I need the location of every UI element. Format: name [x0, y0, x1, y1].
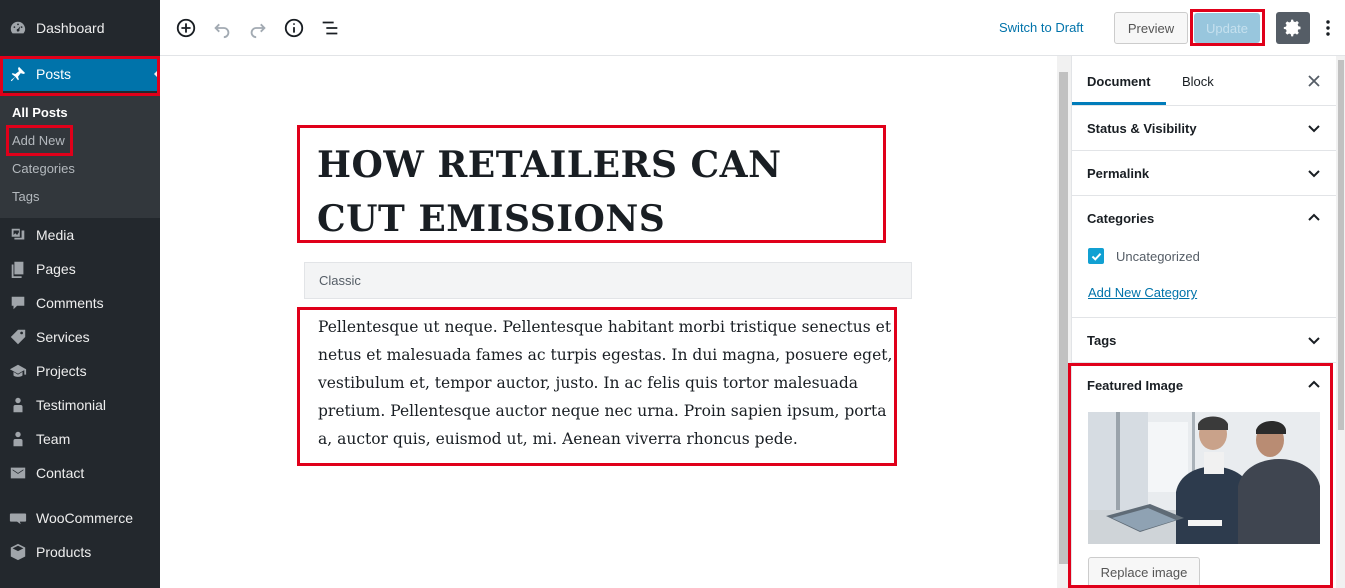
chevron-up-icon[interactable] — [1306, 377, 1322, 393]
dashboard-icon — [8, 18, 28, 38]
undo-icon[interactable] — [210, 16, 234, 40]
sidebar-item-dashboard[interactable]: Dashboard — [0, 11, 160, 45]
classic-block-label: Classic — [304, 262, 912, 299]
uncategorized-label[interactable]: Uncategorized — [1116, 249, 1200, 264]
update-button[interactable]: Update — [1194, 13, 1260, 43]
sidebar-item-testimonial[interactable]: Testimonial — [0, 388, 160, 422]
chevron-down-icon[interactable] — [1306, 332, 1322, 348]
sidebar-item-label: Dashboard — [36, 20, 105, 36]
panel-status-visibility[interactable]: Status & Visibility — [1087, 121, 1197, 136]
settings-button[interactable] — [1276, 12, 1310, 44]
envelope-icon — [8, 463, 28, 483]
tab-block[interactable]: Block — [1182, 74, 1214, 89]
sidebar-item-posts[interactable]: Posts — [0, 57, 160, 91]
gear-icon — [1283, 19, 1301, 37]
chevron-down-icon[interactable] — [1306, 165, 1322, 181]
sidebar-item-label: WooCommerce — [36, 510, 133, 526]
sidebar-item-label: Services — [36, 329, 90, 345]
block-navigation-icon[interactable] — [318, 16, 342, 40]
featured-image-preview[interactable] — [1088, 412, 1320, 544]
admin-sidebar: Dashboard Posts All Posts Add New Catego… — [0, 0, 160, 588]
divider — [1072, 317, 1336, 318]
redo-icon[interactable] — [246, 16, 270, 40]
chevron-up-icon[interactable] — [1306, 210, 1322, 226]
more-options-icon[interactable] — [1320, 16, 1336, 40]
switch-to-draft-link[interactable]: Switch to Draft — [999, 20, 1084, 35]
sidebar-item-comments[interactable]: Comments — [0, 286, 160, 320]
box-icon — [8, 542, 28, 562]
sidebar-item-label: Comments — [36, 295, 104, 311]
editor-toolbar: Switch to Draft Preview Update — [160, 0, 1345, 56]
sidebar-item-label: Pages — [36, 261, 76, 277]
sidebar-item-team[interactable]: Team — [0, 422, 160, 456]
panel-permalink[interactable]: Permalink — [1087, 166, 1149, 181]
panel-categories[interactable]: Categories — [1087, 211, 1154, 226]
submenu-categories[interactable]: Categories — [12, 161, 75, 176]
divider — [1072, 362, 1336, 363]
divider — [1072, 105, 1336, 106]
sidebar-item-contact[interactable]: Contact — [0, 456, 160, 490]
submenu-add-new[interactable]: Add New — [12, 133, 65, 148]
sidebar-item-label: Posts — [36, 66, 72, 82]
editor-scrollbar-thumb[interactable] — [1059, 72, 1068, 564]
preview-button[interactable]: Preview — [1114, 12, 1188, 44]
panel-tags[interactable]: Tags — [1087, 333, 1116, 348]
woo-icon — [8, 508, 28, 528]
uncategorized-checkbox[interactable] — [1088, 248, 1104, 264]
sidebar-item-label: Team — [36, 431, 71, 447]
submenu-tags[interactable]: Tags — [12, 189, 39, 204]
divider — [1072, 195, 1336, 196]
tag-icon — [8, 327, 28, 347]
graduation-cap-icon — [8, 361, 28, 381]
settings-scrollbar-thumb[interactable] — [1338, 60, 1344, 430]
checkmark-icon — [1091, 252, 1101, 261]
sidebar-item-projects[interactable]: Projects — [0, 354, 160, 388]
person-icon — [8, 429, 28, 449]
sidebar-item-label: Products — [36, 544, 92, 560]
comments-icon — [8, 293, 28, 313]
replace-image-button[interactable]: Replace image — [1088, 557, 1200, 588]
pages-icon — [8, 259, 28, 279]
posts-submenu: All Posts Add New Categories Tags — [0, 94, 160, 218]
sidebar-item-products[interactable]: Products — [0, 535, 160, 569]
pin-icon — [8, 64, 28, 84]
sidebar-item-label: Media — [36, 227, 75, 243]
panel-featured-image[interactable]: Featured Image — [1087, 378, 1183, 393]
media-icon — [8, 225, 28, 245]
chevron-down-icon[interactable] — [1306, 120, 1322, 136]
sidebar-item-services[interactable]: Services — [0, 320, 160, 354]
add-block-icon[interactable] — [174, 16, 198, 40]
sidebar-item-label: Testimonial — [36, 397, 107, 413]
post-body[interactable]: Pellentesque ut neque. Pellentesque habi… — [318, 313, 893, 453]
active-indicator — [154, 68, 160, 80]
sidebar-item-media[interactable]: Media — [0, 218, 160, 252]
sidebar-item-label: Contact — [36, 465, 85, 481]
submenu-all-posts[interactable]: All Posts — [12, 105, 68, 120]
classic-label-text: Classic — [319, 273, 361, 288]
post-title[interactable]: HOW RETAILERS CAN CUT EMISSIONS — [317, 138, 877, 246]
sidebar-item-label: Projects — [36, 363, 87, 379]
sidebar-item-pages[interactable]: Pages — [0, 252, 160, 286]
sidebar-item-woocommerce[interactable]: WooCommerce — [0, 501, 160, 535]
tab-document[interactable]: Document — [1087, 74, 1151, 89]
divider — [1072, 150, 1336, 151]
person-icon — [8, 395, 28, 415]
info-icon[interactable] — [282, 16, 306, 40]
add-new-category-link[interactable]: Add New Category — [1088, 285, 1197, 300]
close-icon[interactable] — [1306, 73, 1322, 89]
